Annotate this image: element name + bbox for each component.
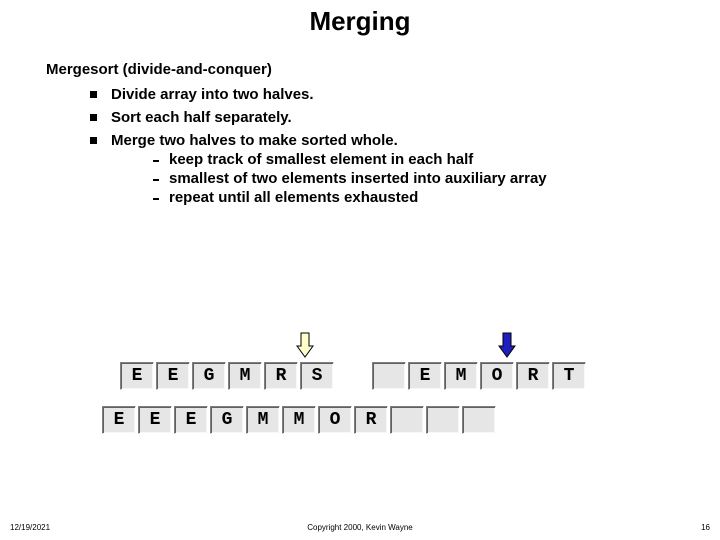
dash-bullet-icon (153, 198, 159, 200)
array-cell: O (318, 406, 352, 434)
array-cell (372, 362, 406, 390)
array-cell: E (102, 406, 136, 434)
footer-copyright: Copyright 2000, Kevin Wayne (0, 523, 720, 532)
array-cell: E (174, 406, 208, 434)
array-cell: G (192, 362, 226, 390)
bullet-text: Divide array into two halves. (111, 86, 314, 103)
array-cell: R (516, 362, 550, 390)
array-cell: R (264, 362, 298, 390)
array-cell: O (480, 362, 514, 390)
array-cell: R (354, 406, 388, 434)
array-cell: S (300, 362, 334, 390)
bullet-item: Divide array into two halves. (90, 86, 720, 103)
array-cell: E (408, 362, 442, 390)
bullet-text: Merge two halves to make sorted whole. (111, 132, 720, 149)
sub-bullet-item: keep track of smallest element in each h… (153, 151, 720, 168)
array-cell: T (552, 362, 586, 390)
array-cell: M (444, 362, 478, 390)
array-cell: E (120, 362, 154, 390)
array-diagram: EEGMRSEMORT EEEGMMOR (120, 362, 586, 450)
dash-bullet-icon (153, 179, 159, 181)
arrow-down-yellow-icon (296, 332, 314, 358)
array-cell: E (138, 406, 172, 434)
square-bullet-icon (90, 137, 97, 144)
array-cell: G (210, 406, 244, 434)
sub-bullet-text: keep track of smallest element in each h… (169, 151, 473, 168)
sub-bullet-item: repeat until all elements exhausted (153, 189, 720, 206)
sub-bullet-item: smallest of two elements inserted into a… (153, 170, 720, 187)
bullet-item: Merge two halves to make sorted whole. k… (90, 132, 720, 208)
slide-subtitle: Mergesort (divide-and-conquer) (46, 61, 720, 78)
bullet-item: Sort each half separately. (90, 109, 720, 126)
array-cell (426, 406, 460, 434)
array-row-aux: EEEGMMOR (102, 406, 586, 434)
array-cell: M (282, 406, 316, 434)
array-gap (336, 362, 370, 390)
dash-bullet-icon (153, 160, 159, 162)
square-bullet-icon (90, 114, 97, 121)
array-cell: E (156, 362, 190, 390)
sub-bullet-list: keep track of smallest element in each h… (153, 151, 720, 206)
array-row-input: EEGMRSEMORT (120, 362, 586, 390)
array-cell (390, 406, 424, 434)
array-cell: M (246, 406, 280, 434)
bullet-list: Divide array into two halves. Sort each … (90, 86, 720, 208)
sub-bullet-text: repeat until all elements exhausted (169, 189, 418, 206)
array-cell (462, 406, 496, 434)
square-bullet-icon (90, 91, 97, 98)
array-cell: M (228, 362, 262, 390)
slide-footer: 12/19/2021 Copyright 2000, Kevin Wayne 1… (0, 523, 720, 532)
bullet-text: Sort each half separately. (111, 109, 292, 126)
arrow-down-blue-icon (498, 332, 516, 358)
slide-title: Merging (0, 0, 720, 37)
sub-bullet-text: smallest of two elements inserted into a… (169, 170, 547, 187)
